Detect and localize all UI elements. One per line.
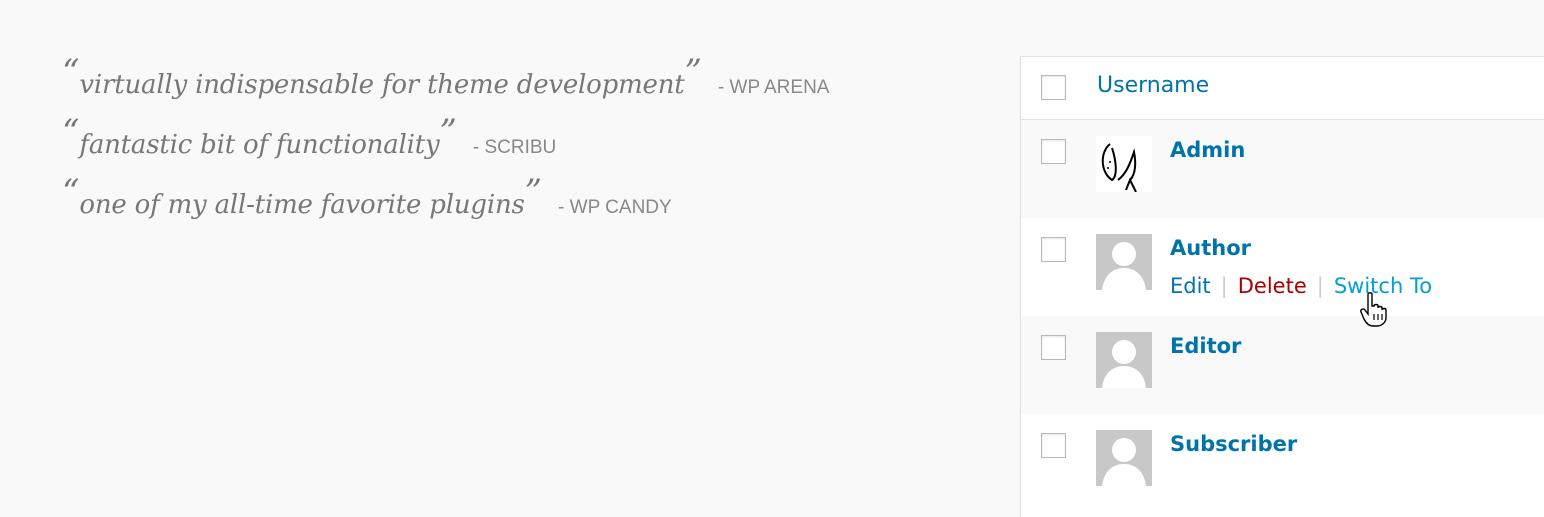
row-checkbox[interactable]	[1041, 433, 1066, 458]
quote-source: - WP ARENA	[717, 77, 830, 98]
username-link[interactable]: Author	[1170, 236, 1251, 260]
table-row: Subscriber	[1021, 414, 1544, 512]
users-table: Username Admin Author Edit | Delete | Switch…	[1020, 56, 1544, 517]
table-row: Editor	[1021, 316, 1544, 414]
sketch-avatar-icon	[1101, 143, 1137, 192]
action-separator: |	[1220, 274, 1228, 298]
person-silhouette-icon	[1102, 340, 1146, 388]
username-link[interactable]: Admin	[1170, 138, 1245, 162]
quote-text: virtually indispensable for theme develo…	[79, 70, 685, 100]
username-column-header[interactable]: Username	[1097, 73, 1209, 98]
quote-item: “ fantastic bit of functionality ” - SCR…	[62, 112, 829, 182]
close-quote-mark: ”	[684, 52, 702, 92]
quote-text: one of my all-time favorite plugins	[79, 190, 525, 220]
open-quote-mark: “	[62, 112, 80, 152]
row-checkbox[interactable]	[1041, 139, 1066, 164]
row-checkbox[interactable]	[1041, 335, 1066, 360]
table-row: Admin	[1021, 120, 1544, 218]
default-avatar	[1096, 234, 1152, 290]
person-silhouette-icon	[1102, 242, 1146, 290]
person-silhouette-icon	[1102, 438, 1146, 486]
hand-pointer-icon	[1360, 292, 1387, 327]
table-row: Author Edit | Delete | Switch To	[1021, 218, 1544, 316]
default-avatar	[1096, 332, 1152, 388]
row-actions: Edit | Delete | Switch To	[1170, 274, 1432, 298]
quote-source: - WP CANDY	[558, 197, 672, 218]
username-link[interactable]: Subscriber	[1170, 432, 1297, 456]
quote-item: “ one of my all-time favorite plugins ” …	[62, 172, 829, 242]
table-header: Username	[1021, 57, 1544, 120]
testimonial-quotes: “ virtually indispensable for theme deve…	[62, 52, 830, 242]
select-all-checkbox[interactable]	[1041, 75, 1066, 100]
close-quote-mark: ”	[524, 172, 543, 212]
default-avatar	[1096, 430, 1152, 486]
delete-link[interactable]: Delete	[1238, 274, 1307, 298]
open-quote-mark: “	[62, 52, 80, 92]
row-checkbox[interactable]	[1041, 237, 1066, 262]
quote-source: - SCRIBU	[472, 137, 557, 158]
edit-link[interactable]: Edit	[1170, 274, 1211, 298]
open-quote-mark: “	[62, 172, 80, 212]
close-quote-mark: ”	[439, 112, 457, 152]
username-link[interactable]: Editor	[1170, 334, 1241, 358]
action-separator: |	[1316, 274, 1324, 298]
sketch-avatar	[1096, 136, 1152, 192]
quote-text: fantastic bit of functionality	[79, 130, 440, 160]
